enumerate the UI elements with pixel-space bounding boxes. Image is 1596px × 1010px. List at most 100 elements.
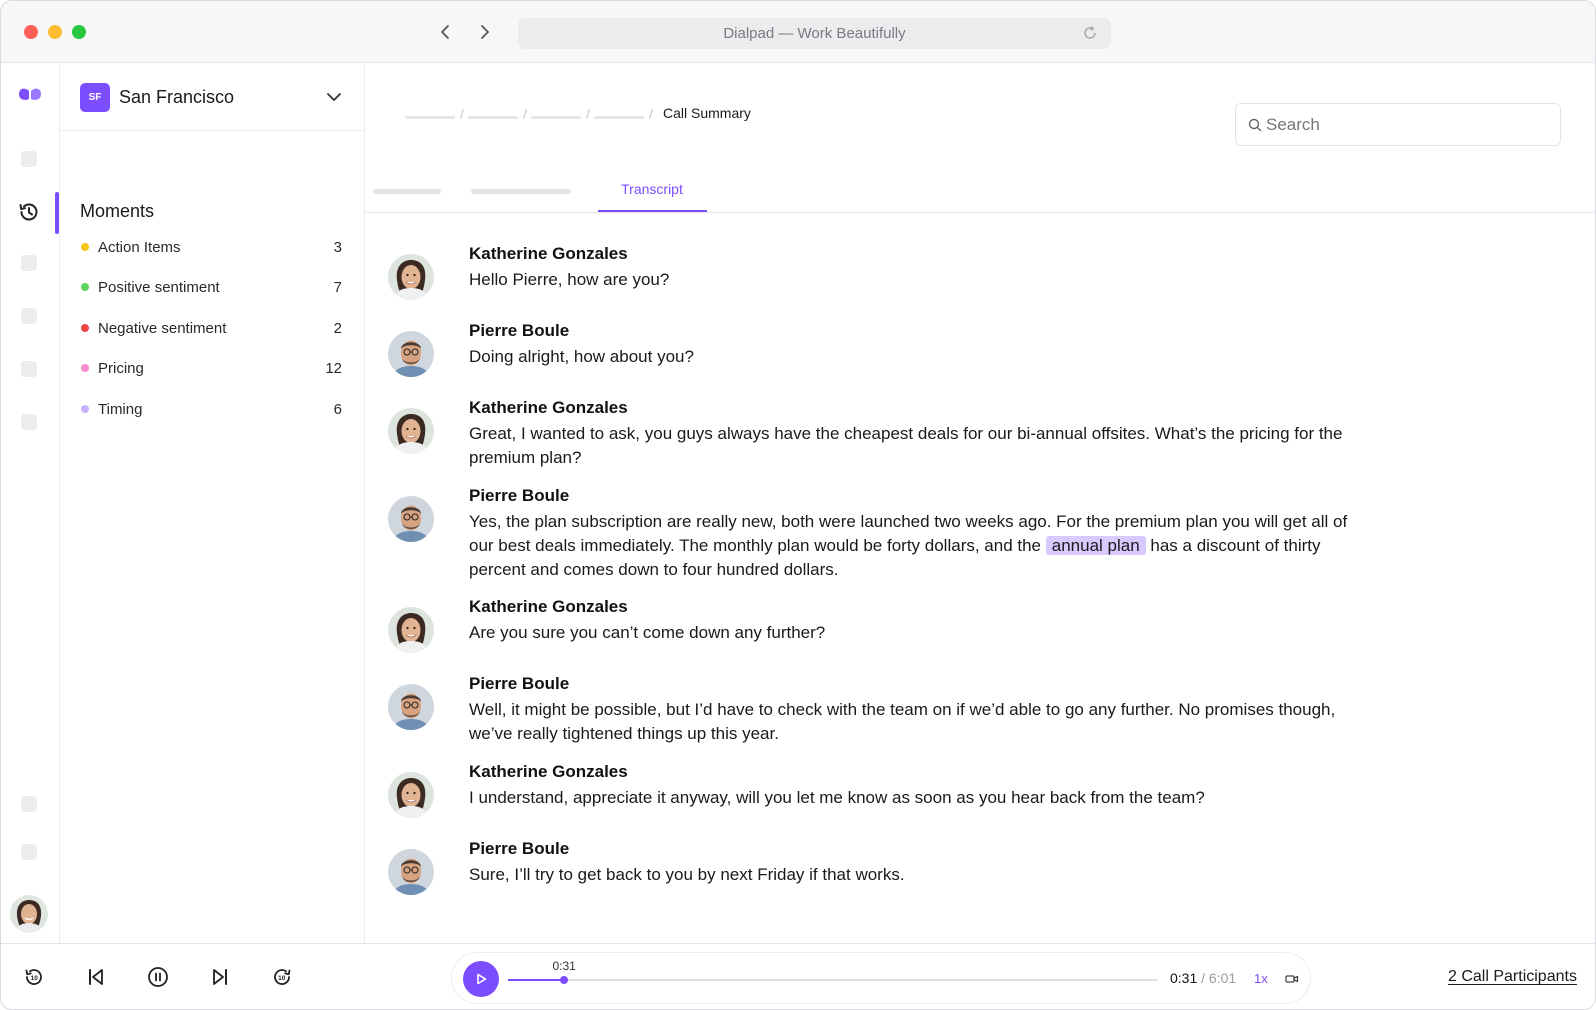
message-text: Yes, the plan subscription are really ne… [469,510,1359,582]
pierre-avatar [388,331,434,377]
office-name: San Francisco [119,87,235,107]
tab-placeholder[interactable] [471,189,571,194]
playback-bar: 10 10 0:31 0:31 / 6:01 1x 2 Call Partici… [1,943,1595,1009]
speaker-name: Pierre Boule [469,674,570,693]
moment-label: Positive sentiment [98,278,220,296]
reload-icon[interactable] [1081,24,1099,42]
message-text: Doing alright, how about you? [469,347,694,366]
dialpad-logo-icon[interactable] [16,84,44,104]
rewind-10-icon[interactable]: 10 [22,965,46,989]
breadcrumb-placeholder[interactable] [531,116,581,119]
speaker-name: Pierre Boule [469,486,570,505]
moments-panel: SF San Francisco Moments Action Items 3 … [60,63,365,943]
tabs-divider [365,212,1595,213]
tab-transcript[interactable]: Transcript [598,181,706,213]
nav-active-indicator [55,192,59,234]
chevron-down-icon[interactable] [326,89,342,105]
pierre-avatar [388,684,434,730]
moment-dot [81,405,89,413]
title-bar: Dialpad — Work Beautifully [1,1,1595,63]
speaker-name: Pierre Boule [469,839,570,858]
skip-forward-icon[interactable] [208,965,232,989]
breadcrumb-placeholder[interactable] [594,116,644,119]
moment-label: Timing [98,400,143,418]
message-text: Sure, I’ll try to get back to you by nex… [469,865,905,884]
moment-positive-sentiment[interactable]: Positive sentiment 7 [80,276,342,298]
moment-pricing[interactable]: Pricing 12 [80,357,342,379]
timeline-scrubber[interactable] [560,976,568,984]
katherine-avatar [388,607,434,653]
search-input[interactable] [1266,104,1546,145]
message-text: Hello Pierre, how are you? [469,270,670,289]
moment-label: Pricing [98,359,144,377]
katherine-avatar [388,772,434,818]
message-text: Great, I wanted to ask, you guys always … [469,424,1343,467]
breadcrumb-separator: / [523,106,527,122]
moment-count: 6 [333,400,342,418]
minimize-window-button[interactable] [48,25,62,39]
breadcrumb-current: Call Summary [663,105,751,121]
message-text: Well, it might be possible, but I’d have… [469,700,1336,743]
office-selector[interactable]: SF San Francisco [60,63,365,131]
timeline-progress [508,979,564,981]
breadcrumb-placeholder[interactable] [405,116,455,119]
moment-dot [81,364,89,372]
highlighted-keyword[interactable]: annual plan [1045,536,1146,555]
pause-icon[interactable] [146,965,170,989]
search-box[interactable] [1235,103,1561,146]
katherine-avatar [388,254,434,300]
message-text: I understand, appreciate it anyway, will… [469,788,1205,807]
forward-10-icon[interactable]: 10 [270,965,294,989]
office-badge: SF [80,83,110,112]
playback-timeline[interactable] [508,976,1158,984]
speaker-name: Katherine Gonzales [469,597,628,616]
message-text: Are you sure you can’t come down any fur… [469,623,826,642]
nav-placeholder-icon[interactable] [21,151,37,167]
breadcrumb-separator: / [649,106,653,122]
skip-back-icon[interactable] [84,965,108,989]
nav-placeholder-icon[interactable] [21,414,37,430]
history-icon[interactable] [17,200,41,224]
nav-rail [1,63,60,943]
moment-dot [81,324,89,332]
playback-speed-button[interactable]: 1x [1254,971,1268,986]
user-avatar[interactable] [10,895,48,933]
moment-label: Action Items [98,238,181,256]
moment-action-items[interactable]: Action Items 3 [80,236,342,258]
maximize-window-button[interactable] [72,25,86,39]
nav-placeholder-icon[interactable] [21,308,37,324]
moment-dot [81,283,89,291]
svg-text:10: 10 [278,975,286,982]
audio-player: 0:31 0:31 / 6:01 1x [451,952,1311,1004]
speaker-name: Katherine Gonzales [469,762,628,781]
nav-placeholder-icon[interactable] [21,796,37,812]
moment-count: 7 [333,278,342,296]
katherine-avatar [388,408,434,454]
nav-placeholder-icon[interactable] [21,361,37,377]
moment-negative-sentiment[interactable]: Negative sentiment 2 [80,317,342,339]
video-camera-icon[interactable] [1284,971,1300,987]
chevron-right-icon[interactable] [473,21,495,43]
moment-label: Negative sentiment [98,319,227,337]
address-bar[interactable]: Dialpad — Work Beautifully [518,18,1111,49]
address-bar-title: Dialpad — Work Beautifully [723,25,906,42]
moment-count: 3 [333,238,342,256]
close-window-button[interactable] [24,25,38,39]
chevron-left-icon[interactable] [435,21,457,43]
moment-count: 12 [325,359,342,377]
pierre-avatar [388,496,434,542]
nav-placeholder-icon[interactable] [21,255,37,271]
pierre-avatar [388,849,434,895]
call-participants-link[interactable]: 2 Call Participants [1448,968,1577,986]
play-button[interactable] [463,961,499,997]
breadcrumb-placeholder[interactable] [468,116,518,119]
total-time: 6:01 [1208,970,1237,986]
breadcrumb-separator: / [586,106,590,122]
playhead-time-label: 0:31 [552,959,576,973]
tab-placeholder[interactable] [373,189,441,194]
play-icon [477,973,487,985]
current-time: 0:31 [1170,970,1198,986]
moments-heading: Moments [80,201,155,221]
moment-timing[interactable]: Timing 6 [80,398,342,420]
nav-placeholder-icon[interactable] [21,844,37,860]
